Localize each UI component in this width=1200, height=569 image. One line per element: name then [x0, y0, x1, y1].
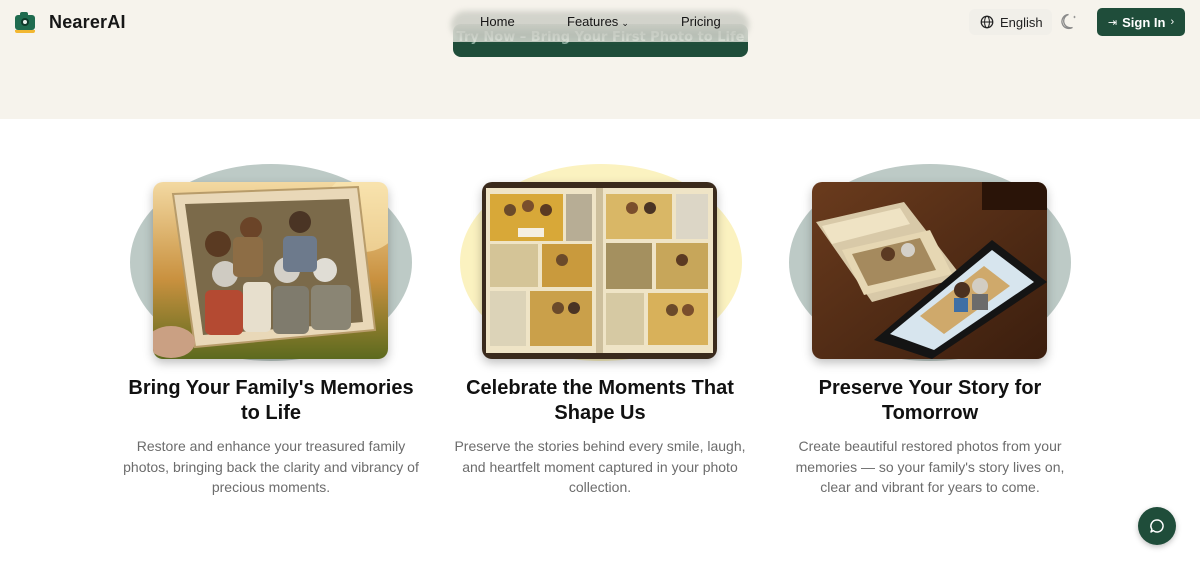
feature-title: Bring Your Family's Memories to Life	[128, 377, 414, 424]
main-nav: Home Features ⌄ Pricing	[451, 9, 749, 39]
language-selector[interactable]: English	[969, 9, 1052, 35]
brand-name: NearerAI	[49, 11, 126, 32]
feature-description: Preserve the stories behind every smile,…	[454, 438, 746, 495]
family-photo-image	[153, 182, 388, 359]
login-icon: ⇥	[1107, 16, 1118, 29]
photo-album-image	[482, 182, 717, 359]
language-label: English	[1000, 14, 1043, 30]
chat-button[interactable]	[1138, 507, 1176, 545]
chevron-right-icon: ›	[1170, 16, 1175, 28]
chevron-down-icon: ⌄	[621, 18, 629, 28]
nav-features[interactable]: Features ⌄	[567, 14, 629, 29]
sign-in-button[interactable]: ⇥ Sign In ›	[1097, 8, 1185, 36]
camera-icon	[14, 11, 36, 33]
globe-icon	[980, 15, 994, 29]
nav-pricing[interactable]: Pricing	[681, 14, 721, 29]
nav-home[interactable]: Home	[480, 14, 515, 29]
moon-icon[interactable]	[1061, 12, 1079, 30]
sign-in-label: Sign In	[1122, 14, 1166, 30]
feature-description: Create beautiful restored photos from yo…	[795, 438, 1065, 495]
brand-link[interactable]: NearerAI	[14, 11, 126, 33]
feature-title: Celebrate the Moments That Shape Us	[466, 377, 734, 424]
album-and-tablet-image	[812, 182, 1047, 359]
nav-features-label: Features	[567, 14, 619, 29]
feature-description: Restore and enhance your treasured famil…	[123, 438, 419, 495]
feature-title: Preserve Your Story for Tomorrow	[818, 377, 1042, 424]
chat-bubble-icon	[1150, 519, 1164, 533]
